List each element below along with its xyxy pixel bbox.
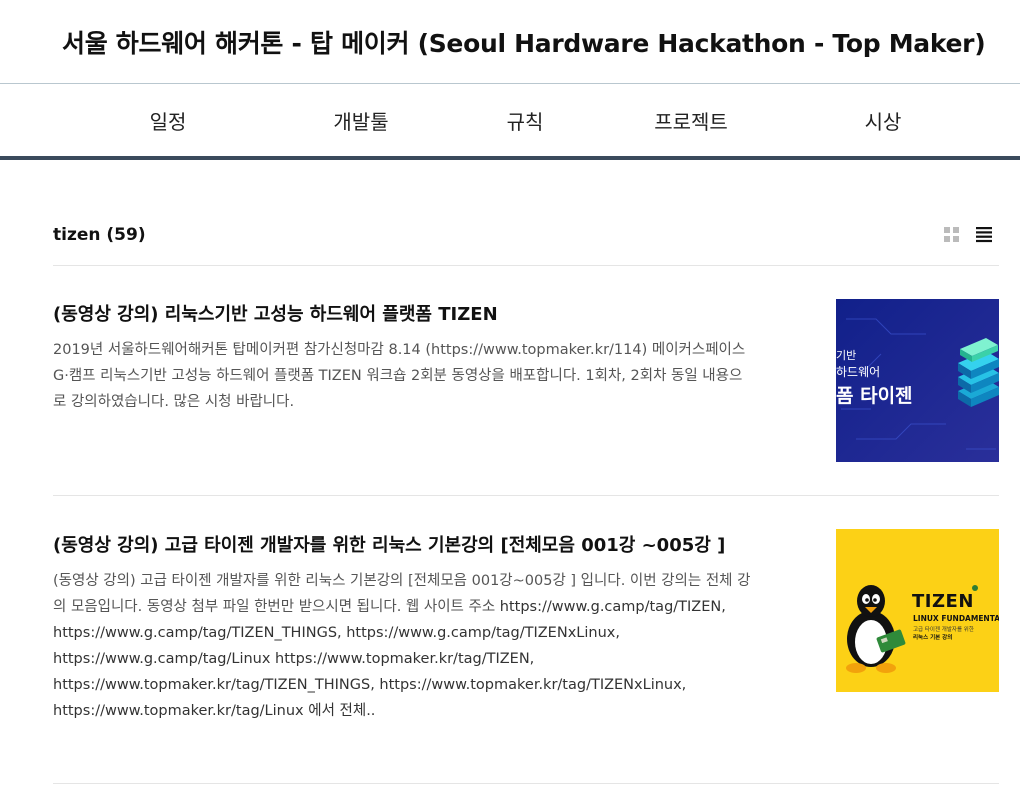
grid-view-icon[interactable] [943,226,961,244]
post-title[interactable]: (동영상 강의) 리눅스기반 고성능 하드웨어 플랫폼 TIZEN [53,300,753,329]
tizen-logo-dot-icon [972,585,978,591]
site-header: 서울 하드웨어 해커톤 - 탑 메이커 (Seoul Hardware Hack… [0,0,1020,84]
site-title[interactable]: 서울 하드웨어 해커톤 - 탑 메이커 (Seoul Hardware Hack… [62,24,986,60]
nav-item-dev-tools[interactable]: 개발툴 [333,84,388,156]
server-stack-illustration [836,299,999,462]
list-header: tizen (59) [53,218,999,266]
post-title[interactable]: (동영상 강의) 고급 타이젠 개발자를 위한 리눅스 기본강의 [전체모음 0… [53,531,753,560]
thumb-line-1: 기반 [836,349,857,362]
list-view-icon[interactable] [975,226,993,244]
tag-title: tizen (59) [53,225,146,245]
view-toggle [943,226,993,244]
thumb-caption-1: 고급 타이젠 개발자를 위한 [913,627,974,633]
post-item: (동영상 강의) 고급 타이젠 개발자를 위한 리눅스 기본강의 [전체모음 0… [53,496,999,784]
post-item: (동영상 강의) 리눅스기반 고성능 하드웨어 플랫폼 TIZEN 2019년 … [53,266,999,496]
post-thumbnail[interactable]: 기반 하드웨어 폼 타이젠 [836,299,999,462]
nav-item-projects[interactable]: 프로젝트 [654,84,728,156]
thumb-line-2: 하드웨어 [836,365,881,379]
thumb-line-3: 폼 타이젠 [836,385,913,407]
thumb-subtitle: LINUX FUNDAMENTALS [913,614,999,623]
thumb-caption-2: 리눅스 기본 강의 [913,635,953,641]
post-thumbnail[interactable]: TIZEN LINUX FUNDAMENTALS 고급 타이젠 개발자를 위한 … [836,529,999,692]
nav-item-awards[interactable]: 시상 [865,84,902,156]
thumb-brand: TIZEN [912,591,974,612]
nav-item-rules[interactable]: 규칙 [507,84,544,156]
post-excerpt-links: https://www.g.camp/tag/TIZEN, https://ww… [53,599,726,719]
post-excerpt: (동영상 강의) 고급 타이젠 개발자를 위한 리눅스 기본강의 [전체모음 0… [53,568,753,724]
main-nav: 일정 개발툴 규칙 프로젝트 시상 [0,84,1020,160]
nav-item-schedule[interactable]: 일정 [150,84,187,156]
post-excerpt: 2019년 서울하드웨어해커톤 탑메이커편 참가신청마감 8.14 (https… [53,342,746,410]
